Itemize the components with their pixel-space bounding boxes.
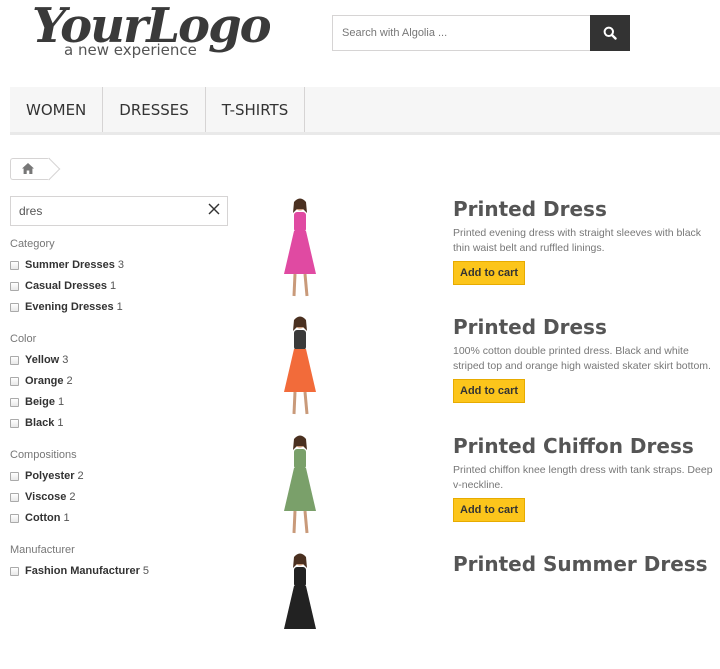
facets-panel: Category Summer Dresses 3 Casual Dresses 1…: [10, 237, 240, 596]
search-input[interactable]: [332, 15, 590, 51]
facet-count: 1: [116, 301, 123, 313]
facet-item[interactable]: Summer Dresses 3: [10, 259, 240, 280]
product-name[interactable]: Printed Chiffon Dress: [453, 433, 720, 459]
product-image[interactable]: [260, 196, 340, 301]
facet-count: 1: [63, 512, 70, 524]
close-icon[interactable]: [205, 200, 223, 218]
facet-name: Orange: [25, 375, 64, 387]
facet-name: Evening Dresses: [25, 301, 114, 313]
facet-item[interactable]: Fashion Manufacturer 5: [10, 565, 240, 586]
facet-count: 2: [69, 491, 76, 503]
facet-item[interactable]: Casual Dresses 1: [10, 280, 240, 301]
menu-item-tshirts[interactable]: T-shirts: [206, 87, 306, 132]
product-name[interactable]: Printed Summer Dress: [453, 551, 720, 577]
search-bar: [332, 15, 630, 51]
facet-item[interactable]: Cotton 1: [10, 512, 240, 533]
product-description: Printed chiffon knee length dress with t…: [453, 464, 713, 491]
facet-title: Color: [10, 333, 37, 345]
facet-count: 3: [117, 259, 125, 271]
facet-title: Category: [10, 238, 55, 250]
product-description: Printed evening dress with straight slee…: [453, 227, 702, 254]
facet-title: Manufacturer: [10, 544, 75, 556]
product-image[interactable]: [260, 551, 340, 656]
checkbox[interactable]: [10, 356, 19, 365]
facet-name: Black: [25, 417, 55, 429]
product-card: Printed Dress Printed evening dress with…: [260, 196, 720, 314]
facet-group-manufacturer: Manufacturer Fashion Manufacturer 5: [10, 543, 240, 586]
facet-count: 1: [109, 280, 117, 292]
facet-name: Casual Dresses: [25, 280, 107, 292]
facet-name: Fashion Manufacturer: [25, 565, 140, 577]
facet-group-category: Category Summer Dresses 3 Casual Dresses 1…: [10, 237, 240, 322]
facet-item[interactable]: Beige 1: [10, 396, 240, 417]
facet-item[interactable]: Yellow 3: [10, 354, 240, 375]
breadcrumb[interactable]: [10, 157, 61, 181]
checkbox[interactable]: [10, 567, 19, 576]
menu-item-dresses[interactable]: Dresses: [103, 87, 206, 132]
product-image[interactable]: [260, 433, 340, 538]
home-icon: [22, 163, 34, 174]
checkbox[interactable]: [10, 419, 19, 428]
product-description: 100% cotton double printed dress. Black …: [453, 345, 711, 372]
facet-name: Polyester: [25, 470, 75, 482]
facet-name: Viscose: [25, 491, 67, 503]
add-to-cart-button[interactable]: Add to cart: [453, 379, 526, 403]
product-name[interactable]: Printed Dress: [453, 314, 720, 340]
facet-name: Summer Dresses: [25, 259, 115, 271]
facet-group-color: Color Yellow 3 Orange 2 Beige 1 Black 1: [10, 332, 240, 438]
search-button[interactable]: [590, 15, 630, 51]
breadcrumb-arrow: [37, 157, 61, 181]
facet-count: 1: [57, 417, 64, 429]
menu-item-women[interactable]: Women: [10, 87, 104, 132]
logo[interactable]: YourLogo a new experience: [30, 0, 273, 62]
search-icon: [603, 26, 617, 40]
facet-count: 2: [66, 375, 73, 387]
checkbox[interactable]: [10, 303, 19, 312]
add-to-cart-button[interactable]: Add to cart: [453, 261, 526, 285]
product-card: Printed Chiffon Dress Printed chiffon kn…: [260, 433, 720, 551]
facet-item[interactable]: Black 1: [10, 417, 240, 438]
facet-count: 5: [142, 565, 150, 577]
facet-search-box: [10, 196, 228, 226]
facet-search-input[interactable]: [11, 197, 207, 225]
facet-group-compositions: Compositions Polyester 2 Viscose 2 Cotton 1: [10, 448, 240, 533]
facet-name: Cotton: [25, 512, 61, 524]
checkbox[interactable]: [10, 493, 19, 502]
facet-item[interactable]: Orange 2: [10, 375, 240, 396]
checkbox[interactable]: [10, 261, 19, 270]
facet-count: 2: [77, 470, 84, 482]
facet-count: 1: [57, 396, 65, 408]
logo-tagline: a new experience: [64, 41, 197, 59]
facet-title: Compositions: [10, 449, 77, 461]
checkbox[interactable]: [10, 398, 19, 407]
product-card: Printed Dress 100% cotton double printed…: [260, 314, 720, 432]
product-card: Printed Summer Dress: [260, 551, 720, 669]
product-image[interactable]: [260, 314, 340, 419]
checkbox[interactable]: [10, 282, 19, 291]
checkbox[interactable]: [10, 377, 19, 386]
facet-item[interactable]: Polyester 2: [10, 470, 240, 491]
checkbox[interactable]: [10, 514, 19, 523]
facet-item[interactable]: Viscose 2: [10, 491, 240, 512]
facet-name: Yellow: [25, 354, 60, 366]
facet-item[interactable]: Evening Dresses 1: [10, 301, 240, 322]
facet-name: Beige: [25, 396, 55, 408]
top-menu: Women Dresses T-shirts: [10, 87, 720, 135]
product-name[interactable]: Printed Dress: [453, 196, 720, 222]
add-to-cart-button[interactable]: Add to cart: [453, 498, 526, 522]
facet-count: 3: [62, 354, 69, 366]
checkbox[interactable]: [10, 472, 19, 481]
